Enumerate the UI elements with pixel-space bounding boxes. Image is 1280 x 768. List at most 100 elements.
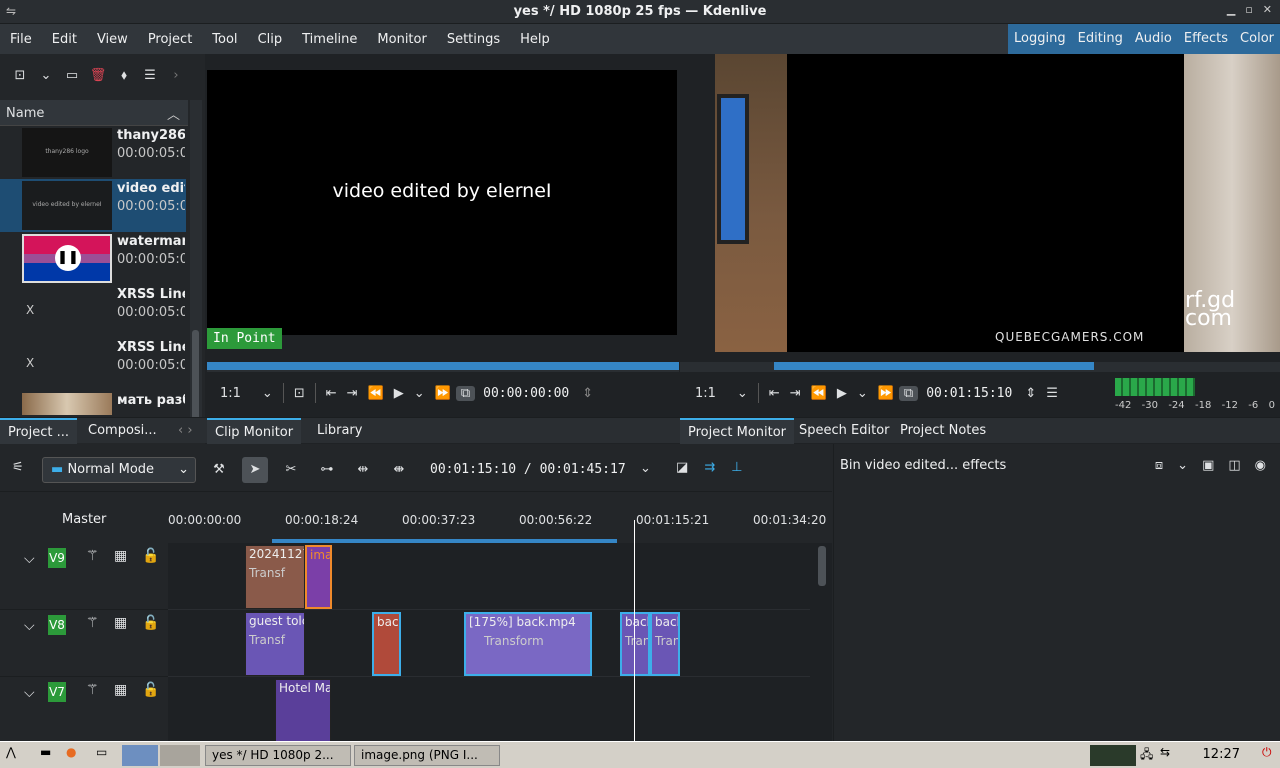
menu-settings[interactable]: Settings (437, 32, 510, 47)
minimize-icon[interactable]: ▁ (1227, 3, 1235, 16)
workspace-1[interactable] (122, 745, 158, 766)
add-clip-icon[interactable]: ⊡ (10, 66, 30, 86)
crop-icon[interactable]: ⧉ (455, 385, 476, 401)
track-tag[interactable]: V8 (48, 615, 66, 635)
track-settings-icon[interactable]: ⚟ (12, 460, 24, 475)
close-icon[interactable]: ✕ (1263, 3, 1272, 16)
timecode-stepper-icon[interactable]: ⇕ (1020, 386, 1041, 401)
set-in-icon[interactable]: ⇤ (321, 386, 342, 401)
play-icon[interactable]: ▶ (389, 386, 409, 401)
chevron-down-icon[interactable]: ⌄ (852, 386, 873, 401)
file-manager-icon[interactable]: ▭ (96, 745, 107, 766)
forward-icon[interactable]: ⏩ (873, 386, 899, 401)
track-lane-v8[interactable]: guest tolc Transf bac [175%] back.mp4 Tr… (168, 610, 810, 677)
track-tag[interactable]: V7 (48, 682, 66, 702)
track-lane-v9[interactable]: 20241127 Transf ima (168, 543, 810, 610)
eye-icon[interactable]: ◉ (1255, 458, 1266, 473)
compare-icon[interactable]: ⧈ (1155, 458, 1163, 473)
set-out-icon[interactable]: ⇥ (785, 386, 806, 401)
effects-wand-icon[interactable]: ⚚ (86, 682, 99, 698)
layout-editing[interactable]: Editing (1072, 24, 1129, 54)
track-lane-v7[interactable]: Hotel Ma (168, 677, 810, 743)
timeline-clip[interactable]: 20241127 Transf (245, 545, 305, 609)
folder-icon[interactable]: ▭ (62, 66, 82, 86)
split-view-icon[interactable]: ◫ (1228, 458, 1240, 473)
chevron-down-icon[interactable]: ⌄ (246, 386, 278, 401)
crop-icon[interactable]: ⧉ (898, 385, 919, 401)
tab-library[interactable]: Library (309, 418, 370, 444)
zoom-select[interactable]: 1:1 (690, 386, 721, 401)
timeline-timecode[interactable]: 00:01:15:10 / 00:01:45:17 (430, 462, 626, 477)
project-monitor-ruler[interactable] (680, 362, 1280, 372)
collapse-icon[interactable]: ⌵ (24, 551, 35, 567)
menu-tool[interactable]: Tool (202, 32, 247, 47)
bin-item[interactable]: thany286 logo thany286.r 00:00:05:00 (0, 126, 186, 179)
track-tag[interactable]: V9 (48, 548, 66, 568)
slip-tool-icon[interactable]: ⇼ (386, 457, 412, 483)
zoom-fit-icon[interactable]: ◪ (676, 460, 688, 475)
master-label[interactable]: Master (62, 512, 106, 527)
firefox-icon[interactable]: ● (66, 745, 76, 766)
timeline-clip[interactable]: ima (305, 545, 332, 609)
timecode-stepper-icon[interactable]: ⇕ (577, 386, 598, 401)
tag-icon[interactable]: ⬧ (114, 66, 134, 86)
project-timecode[interactable]: 00:01:15:10 (918, 386, 1020, 401)
menu-monitor[interactable]: Monitor (367, 32, 436, 47)
lock-icon[interactable]: 🔓 (142, 615, 159, 631)
overwrite-icon[interactable]: ⊥ (731, 460, 742, 475)
menu-clip[interactable]: Clip (248, 32, 293, 47)
menu-icon[interactable]: ☰ (1041, 386, 1063, 401)
bin-item[interactable]: X XRSS Liner 00:00:05:00 (0, 338, 186, 391)
layout-logging[interactable]: Logging (1008, 24, 1072, 54)
timeline-clip[interactable]: back Tran (650, 612, 680, 676)
timeline-clip[interactable]: bac (372, 612, 401, 676)
rewind-icon[interactable]: ⏪ (806, 386, 832, 401)
collapse-icon[interactable]: ⌵ (24, 685, 35, 701)
film-icon[interactable]: ▦ (114, 682, 127, 698)
rewind-icon[interactable]: ⏪ (363, 386, 389, 401)
lock-icon[interactable]: 🔓 (142, 682, 159, 698)
show-desktop-icon[interactable]: ▬ (40, 745, 51, 766)
effects-wand-icon[interactable]: ⚚ (86, 615, 99, 631)
menu-timeline[interactable]: Timeline (292, 32, 367, 47)
tab-project-bin[interactable]: Project ... (0, 418, 78, 444)
bin-item[interactable]: video edited by elerneI video edite 00:0… (0, 179, 186, 232)
bin-item[interactable]: X XRSS Liner 00:00:05:00 (0, 285, 186, 338)
timeline-clip[interactable]: Hotel Ma (275, 679, 331, 743)
set-out-icon[interactable]: ⇥ (342, 386, 363, 401)
tab-clip-monitor[interactable]: Clip Monitor (207, 418, 302, 444)
razor-tool-icon[interactable]: ✂ (278, 457, 304, 483)
delete-icon[interactable]: 🗑 (88, 66, 108, 86)
tab-project-monitor[interactable]: Project Monitor (680, 418, 795, 444)
layout-audio[interactable]: Audio (1129, 24, 1178, 54)
chevron-down-icon[interactable]: ⌄ (721, 386, 753, 401)
start-menu-icon[interactable]: ⋀ (6, 745, 16, 766)
layout-color[interactable]: Color (1234, 24, 1280, 54)
power-icon[interactable]: ⏻ (1262, 745, 1272, 766)
zoom-select[interactable]: 1:1 (215, 386, 246, 401)
menu-view[interactable]: View (87, 32, 138, 47)
timeline-clip[interactable]: [175%] back.mp4 Transform (464, 612, 592, 676)
menu-project[interactable]: Project (138, 32, 202, 47)
collapse-icon[interactable]: ⌵ (24, 618, 35, 634)
spacer-tool-icon[interactable]: ⊶ (314, 457, 340, 483)
chevron-down-icon[interactable]: ⌄ (409, 386, 430, 401)
clip-monitor-ruler[interactable] (207, 362, 679, 372)
chevron-down-icon[interactable]: ⌄ (1177, 458, 1188, 473)
timeline-ruler[interactable]: 00:00:00:00 00:00:18:24 00:00:37:23 00:0… (168, 507, 826, 544)
set-in-icon[interactable]: ⇤ (764, 386, 785, 401)
edit-mode-select[interactable]: ▬ Normal Mode ⌄ (42, 457, 196, 483)
chevron-down-icon[interactable]: ⌄ (640, 461, 651, 476)
timeline-scrollbar[interactable] (818, 546, 826, 586)
clip-timecode[interactable]: 00:00:00:00 (475, 386, 577, 401)
tab-compositions[interactable]: Composi... (80, 418, 165, 444)
tab-project-notes[interactable]: Project Notes (892, 418, 994, 444)
bin-item[interactable]: мать разб (0, 391, 186, 415)
network-icon[interactable]: 🖧 (1140, 745, 1153, 766)
menu-icon[interactable]: ☰ (140, 66, 160, 86)
bin-scrollbar[interactable] (190, 100, 202, 440)
workspace-2[interactable] (160, 745, 200, 766)
chevron-down-icon[interactable]: ⌄ (36, 66, 56, 86)
project-monitor-screen[interactable]: rf.gd com QUEBECGAMERS.COM (715, 54, 1280, 352)
menu-file[interactable]: File (0, 32, 42, 47)
